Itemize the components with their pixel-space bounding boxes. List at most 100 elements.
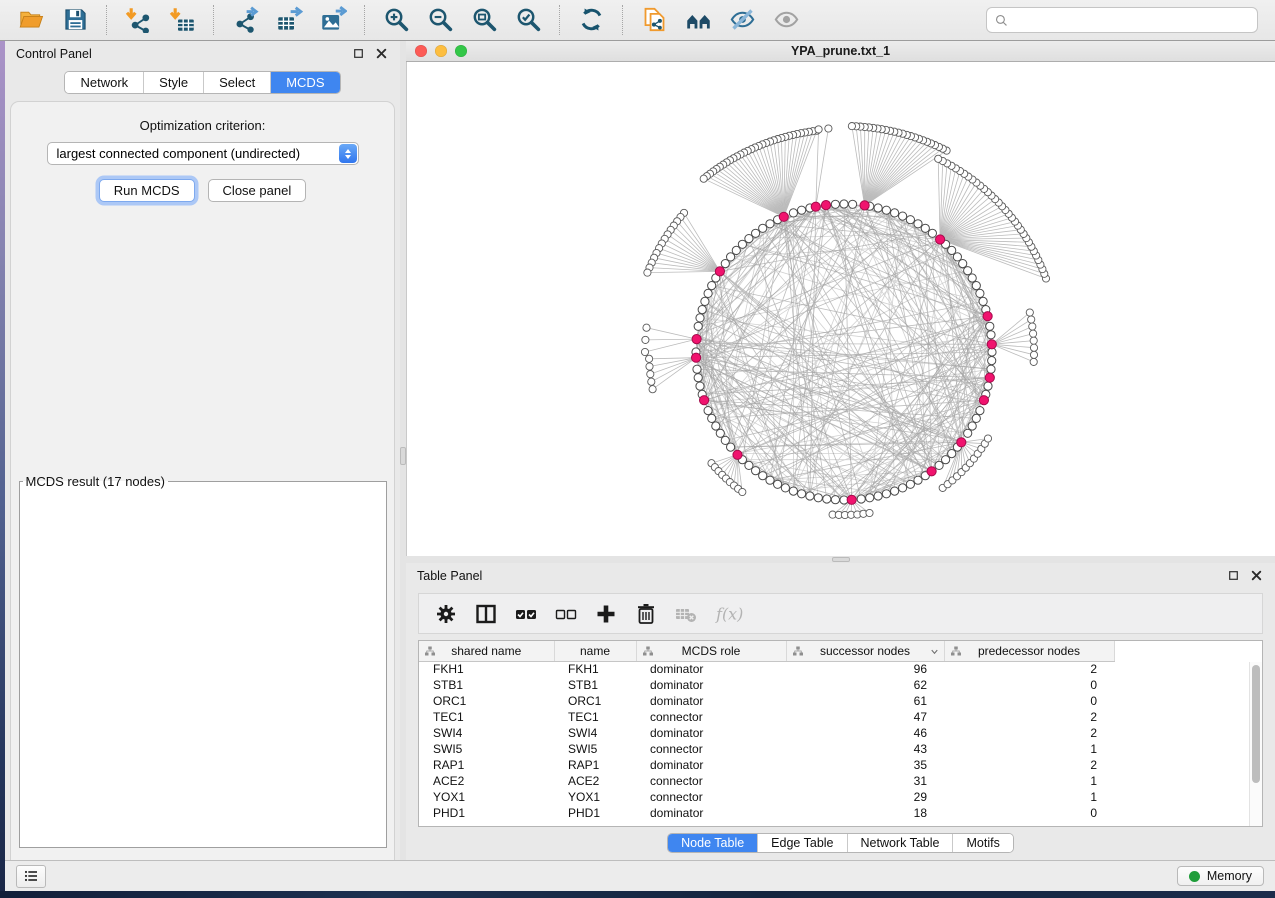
graph-node[interactable] xyxy=(704,407,712,415)
control-panel-close-button[interactable] xyxy=(374,47,389,62)
search-input[interactable] xyxy=(1010,13,1251,28)
graph-node[interactable] xyxy=(948,450,956,458)
graph-leaf-node[interactable] xyxy=(646,363,653,370)
graph-node[interactable] xyxy=(789,209,797,217)
tab-mcds[interactable]: MCDS xyxy=(270,72,339,93)
graph-node[interactable] xyxy=(968,274,976,282)
delete-table-button[interactable] xyxy=(674,602,698,626)
table-cell[interactable]: 18 xyxy=(786,805,944,821)
open-session-button[interactable] xyxy=(15,4,47,36)
graph-node[interactable] xyxy=(928,229,936,237)
table-cell[interactable]: STB1 xyxy=(419,677,554,693)
graph-node[interactable] xyxy=(899,484,907,492)
graph-node[interactable] xyxy=(849,200,857,208)
table-cell[interactable]: 2 xyxy=(944,661,1114,677)
graph-node[interactable] xyxy=(891,209,899,217)
network-canvas[interactable] xyxy=(406,62,1275,556)
table-panel-close-button[interactable] xyxy=(1249,569,1264,584)
graph-node[interactable] xyxy=(831,200,839,208)
graph-node-selected[interactable] xyxy=(985,373,994,382)
table-cell[interactable]: 1 xyxy=(944,789,1114,805)
graph-node[interactable] xyxy=(798,490,806,498)
graph-node[interactable] xyxy=(696,382,704,390)
graph-node-selected[interactable] xyxy=(715,267,724,276)
function-builder-button[interactable]: f(x) xyxy=(714,602,750,626)
graph-node[interactable] xyxy=(798,206,806,214)
table-cell[interactable]: 62 xyxy=(786,677,944,693)
table-cell[interactable]: SWI5 xyxy=(419,741,554,757)
run-mcds-button[interactable]: Run MCDS xyxy=(99,179,195,202)
graph-node[interactable] xyxy=(745,235,753,243)
graph-leaf-node[interactable] xyxy=(866,509,873,516)
graph-node[interactable] xyxy=(721,260,729,268)
table-cell[interactable]: connector xyxy=(636,789,786,805)
graph-leaf-node[interactable] xyxy=(739,488,746,495)
table-row[interactable]: SWI4SWI4dominator462 xyxy=(419,725,1262,741)
graph-node[interactable] xyxy=(964,267,972,275)
mcds-result-list[interactable]: PHD1CAR1STP4TID3YOX1SWI4SRD1PMA2FKH1ACE2… xyxy=(22,492,370,493)
column-header-name[interactable]: name xyxy=(554,641,636,661)
graph-node[interactable] xyxy=(696,314,704,322)
column-header-predecessor-nodes[interactable]: predecessor nodes xyxy=(944,641,1114,661)
column-header-shared-name[interactable]: shared name xyxy=(419,641,554,661)
close-panel-button[interactable]: Close panel xyxy=(208,179,307,202)
table-cell[interactable]: 43 xyxy=(786,741,944,757)
graph-leaf-node[interactable] xyxy=(643,324,650,331)
graph-node[interactable] xyxy=(840,200,848,208)
table-row[interactable]: PHD1PHD1dominator180 xyxy=(419,805,1262,821)
graph-node[interactable] xyxy=(953,253,961,261)
graph-leaf-node[interactable] xyxy=(648,378,655,385)
memory-button[interactable]: Memory xyxy=(1177,866,1264,886)
network-window-titlebar[interactable]: YPA_prune.txt_1 xyxy=(406,41,1275,62)
graph-node[interactable] xyxy=(759,472,767,480)
graph-node[interactable] xyxy=(964,429,972,437)
graph-node-selected[interactable] xyxy=(733,450,742,459)
graph-node[interactable] xyxy=(831,496,839,504)
table-cell[interactable]: RAP1 xyxy=(554,757,636,773)
graph-node[interactable] xyxy=(752,467,760,475)
graph-leaf-node[interactable] xyxy=(1026,309,1033,316)
graph-node[interactable] xyxy=(732,246,740,254)
graph-node[interactable] xyxy=(708,414,716,422)
graph-node[interactable] xyxy=(987,365,995,373)
graph-leaf-node[interactable] xyxy=(1030,358,1037,365)
table-cell[interactable]: dominator xyxy=(636,677,786,693)
tab-style[interactable]: Style xyxy=(143,72,203,93)
graph-node[interactable] xyxy=(968,422,976,430)
graph-node[interactable] xyxy=(789,487,797,495)
graph-node[interactable] xyxy=(708,282,716,290)
table-tab-motifs[interactable]: Motifs xyxy=(952,834,1012,852)
column-layout-button[interactable] xyxy=(474,602,498,626)
graph-node[interactable] xyxy=(906,216,914,224)
table-cell[interactable]: ORC1 xyxy=(419,693,554,709)
table-cell[interactable]: SWI4 xyxy=(554,725,636,741)
graph-leaf-node[interactable] xyxy=(1030,330,1037,337)
table-cell[interactable]: ACE2 xyxy=(554,773,636,789)
table-cell[interactable]: 61 xyxy=(786,693,944,709)
control-panel-float-button[interactable] xyxy=(351,47,366,62)
vertical-splitter[interactable] xyxy=(400,41,406,860)
table-cell[interactable]: 47 xyxy=(786,709,944,725)
table-cell[interactable]: dominator xyxy=(636,661,786,677)
graph-node[interactable] xyxy=(693,365,701,373)
table-cell[interactable]: 1 xyxy=(944,741,1114,757)
graph-node[interactable] xyxy=(866,494,874,502)
table-tab-edge-table[interactable]: Edge Table xyxy=(757,834,846,852)
graph-leaf-node[interactable] xyxy=(984,435,991,442)
table-cell[interactable]: 46 xyxy=(786,725,944,741)
graph-node[interactable] xyxy=(698,306,706,314)
table-cell[interactable]: 2 xyxy=(944,757,1114,773)
graph-leaf-node[interactable] xyxy=(644,269,651,276)
optimization-criterion-select[interactable]: largest connected component (undirected) xyxy=(47,142,359,165)
graph-leaf-node[interactable] xyxy=(1030,337,1037,344)
table-cell[interactable]: PHD1 xyxy=(419,805,554,821)
window-minimize-button[interactable] xyxy=(435,45,447,57)
table-cell[interactable]: 0 xyxy=(944,693,1114,709)
table-cell[interactable]: 1 xyxy=(944,773,1114,789)
graph-leaf-node[interactable] xyxy=(848,123,855,130)
graph-node[interactable] xyxy=(935,461,943,469)
table-row[interactable]: ORC1ORC1dominator610 xyxy=(419,693,1262,709)
graph-node-selected[interactable] xyxy=(847,495,856,504)
graph-leaf-node[interactable] xyxy=(815,126,822,133)
graph-node[interactable] xyxy=(891,487,899,495)
